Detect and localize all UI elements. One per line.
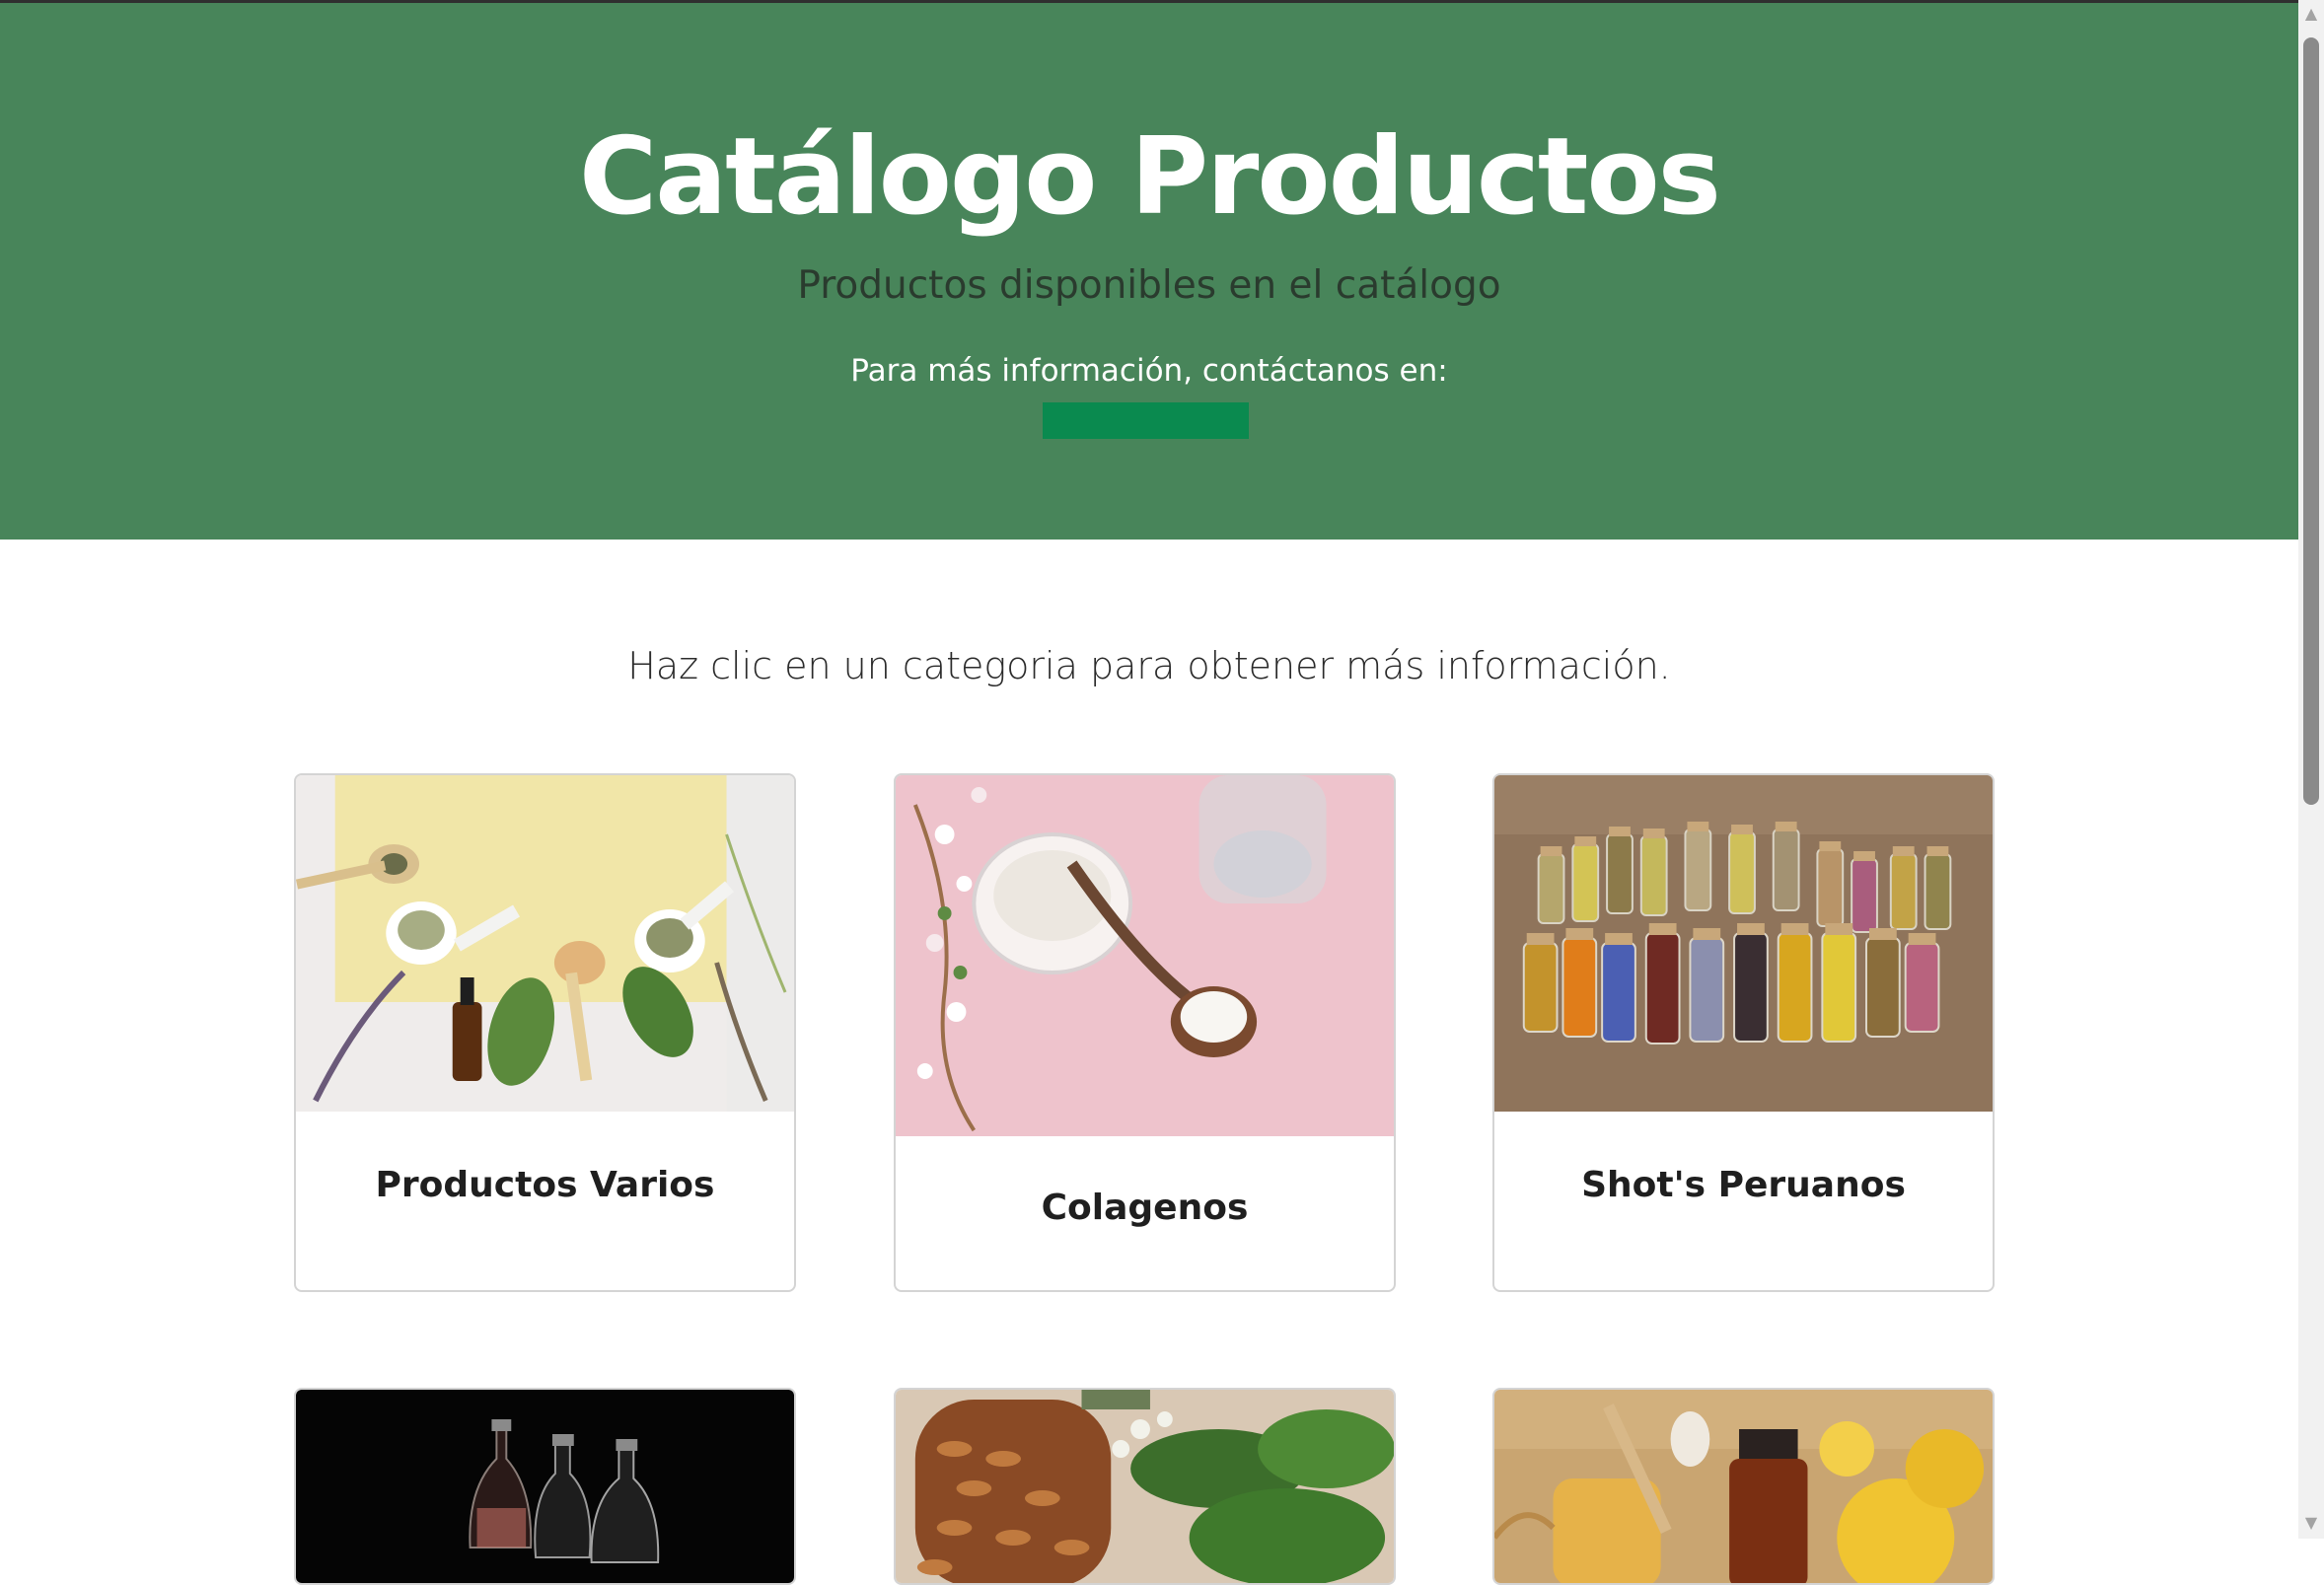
glass-flasks-dark-image [296, 1390, 794, 1583]
category-card-shots-peruanos[interactable]: Shot's Peruanos [1492, 773, 1995, 1292]
page-subtitle: Productos disponibles en el catálogo [797, 263, 1501, 308]
honey-lemon-bottle-image [1494, 1390, 1993, 1583]
instructions-text: Haz clic en un categoria para obtener má… [627, 644, 1671, 687]
collagen-powder-spoon-image [896, 775, 1394, 1136]
category-title: Colagenos [1041, 1188, 1249, 1228]
vertical-scrollbar[interactable]: ▲ ▼ [2298, 0, 2324, 1539]
category-card-productos-varios[interactable]: Productos Varios [294, 773, 796, 1292]
category-title: Productos Varios [375, 1165, 715, 1205]
scroll-thumb[interactable] [2303, 37, 2319, 805]
category-card-4[interactable] [294, 1388, 796, 1585]
hero-banner: Catálogo Productos Productos disponibles… [0, 3, 2298, 540]
scroll-down-arrow-icon[interactable]: ▼ [2298, 1513, 2324, 1533]
contact-text: Para más información, contáctanos en: [850, 353, 1448, 389]
page-title: Catálogo Productos [579, 115, 1721, 239]
herbal-jars-image [1494, 775, 1993, 1112]
capsules-herbs-image [896, 1390, 1394, 1583]
contact-button[interactable] [1043, 402, 1249, 439]
scroll-up-arrow-icon[interactable]: ▲ [2298, 4, 2324, 24]
category-card-5[interactable] [894, 1388, 1396, 1585]
category-card-colagenos[interactable]: Colagenos [894, 773, 1396, 1292]
category-card-6[interactable] [1492, 1388, 1995, 1585]
category-title: Shot's Peruanos [1581, 1165, 1906, 1205]
herbs-mortar-oil-image [296, 775, 794, 1112]
